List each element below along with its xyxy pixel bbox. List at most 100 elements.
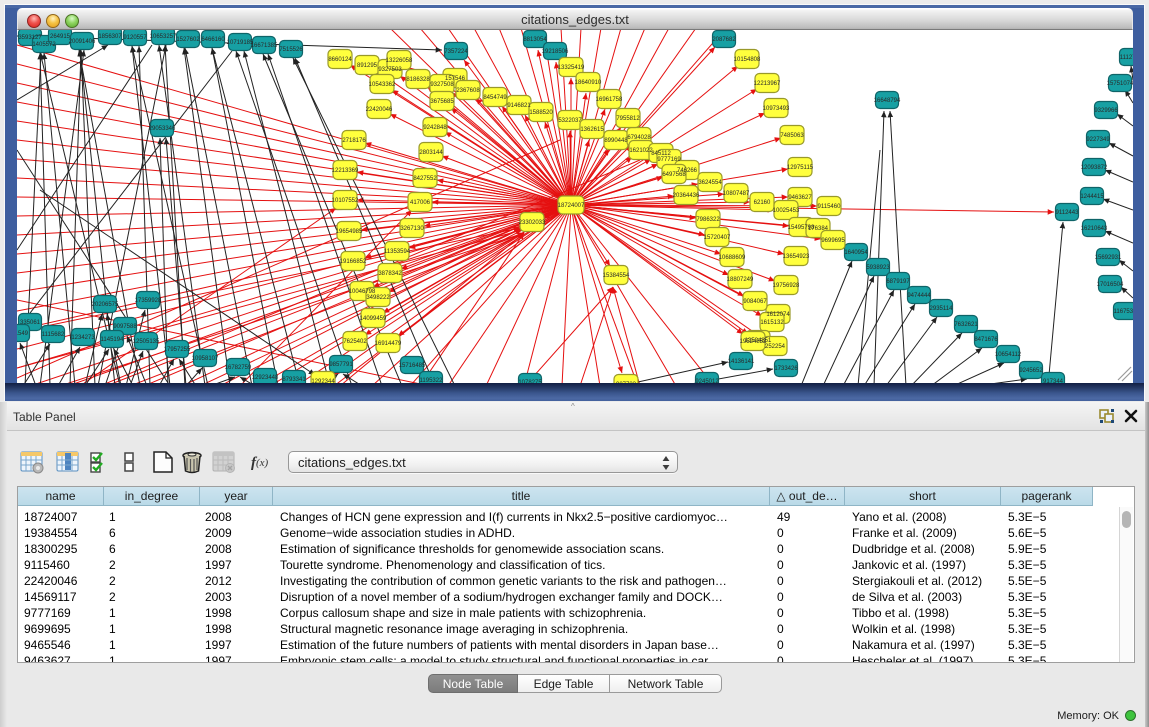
svg-text:1244415: 1244415 bbox=[1080, 194, 1104, 200]
svg-text:3878342: 3878342 bbox=[378, 271, 402, 277]
svg-text:7515526: 7515526 bbox=[279, 47, 303, 53]
svg-text:15692931: 15692931 bbox=[1095, 255, 1122, 261]
svg-text:15716485: 15716485 bbox=[399, 363, 426, 369]
svg-text:1145194: 1145194 bbox=[101, 337, 125, 343]
svg-text:19218506: 19218506 bbox=[542, 49, 569, 55]
svg-text:1112734: 1112734 bbox=[1120, 55, 1133, 61]
svg-text:12213369: 12213369 bbox=[332, 168, 359, 174]
svg-text:11353594: 11353594 bbox=[384, 249, 411, 255]
svg-text:391549: 391549 bbox=[17, 331, 29, 337]
svg-text:1640954: 1640954 bbox=[844, 250, 868, 256]
svg-text:9112443: 9112443 bbox=[1056, 210, 1080, 216]
svg-text:6794028: 6794028 bbox=[627, 135, 651, 141]
svg-text:6879197: 6879197 bbox=[886, 279, 910, 285]
svg-text:10154808: 10154808 bbox=[734, 57, 761, 63]
svg-text:1292344: 1292344 bbox=[311, 379, 335, 383]
svg-text:15720407: 15720407 bbox=[704, 235, 731, 241]
svg-text:22420046: 22420046 bbox=[366, 107, 393, 113]
svg-text:3593127: 3593127 bbox=[18, 35, 42, 41]
svg-text:15751074: 15751074 bbox=[1107, 81, 1133, 87]
svg-text:8660124: 8660124 bbox=[328, 57, 352, 63]
svg-text:18640910: 18640910 bbox=[575, 80, 602, 86]
svg-text:6466160: 6466160 bbox=[201, 37, 225, 43]
svg-text:1405572: 1405572 bbox=[32, 42, 56, 48]
svg-text:9329966: 9329966 bbox=[1094, 108, 1118, 114]
svg-text:1362615: 1362615 bbox=[580, 127, 604, 133]
svg-text:19524852: 19524852 bbox=[740, 339, 767, 345]
svg-text:9857791: 9857791 bbox=[329, 362, 353, 368]
svg-text:8427552: 8427552 bbox=[413, 176, 437, 182]
svg-text:20206575: 20206575 bbox=[92, 302, 119, 308]
svg-text:12093872: 12093872 bbox=[1081, 165, 1108, 171]
svg-text:18807249: 18807249 bbox=[727, 277, 754, 283]
svg-text:16782759: 16782759 bbox=[225, 365, 252, 371]
svg-text:20364436: 20364436 bbox=[673, 193, 700, 199]
svg-text:16648794: 16648794 bbox=[874, 98, 901, 104]
svg-text:12975115: 12975115 bbox=[787, 165, 814, 171]
svg-text:12505135: 12505135 bbox=[133, 339, 160, 345]
svg-text:7625402: 7625402 bbox=[343, 339, 367, 345]
svg-text:1615132: 1615132 bbox=[760, 320, 784, 326]
svg-text:1527602: 1527602 bbox=[176, 37, 200, 43]
svg-text:9327503: 9327503 bbox=[378, 67, 402, 73]
svg-text:16961758: 16961758 bbox=[596, 97, 623, 103]
svg-text:19166852: 19166852 bbox=[340, 259, 367, 265]
svg-text:1621022: 1621022 bbox=[629, 148, 653, 154]
svg-text:10688609: 10688609 bbox=[719, 255, 746, 261]
svg-text:62160: 62160 bbox=[754, 200, 771, 206]
svg-text:17359928: 17359928 bbox=[135, 298, 162, 304]
svg-text:7485063: 7485063 bbox=[780, 133, 804, 139]
svg-text:14099459: 14099459 bbox=[360, 316, 387, 322]
svg-text:3498222: 3498222 bbox=[366, 295, 390, 301]
svg-text:9097588: 9097588 bbox=[113, 324, 137, 330]
svg-text:417006: 417006 bbox=[410, 200, 431, 206]
svg-text:1167533: 1167533 bbox=[1114, 309, 1133, 315]
svg-text:7986322: 7986322 bbox=[696, 217, 720, 223]
svg-text:3267130: 3267130 bbox=[400, 226, 424, 232]
svg-text:(x): (x) bbox=[256, 457, 269, 469]
svg-text:7632621: 7632621 bbox=[954, 322, 978, 328]
svg-text:1733426: 1733426 bbox=[774, 366, 798, 372]
svg-text:9777169: 9777169 bbox=[657, 157, 681, 163]
svg-text:6497568: 6497568 bbox=[662, 172, 686, 178]
svg-text:2803144: 2803144 bbox=[419, 150, 443, 156]
svg-text:891295: 891295 bbox=[357, 63, 378, 69]
svg-text:1115682: 1115682 bbox=[42, 332, 65, 338]
svg-text:7955812: 7955812 bbox=[616, 116, 640, 122]
svg-text:10654112: 10654112 bbox=[995, 352, 1022, 358]
svg-text:264915: 264915 bbox=[50, 34, 71, 40]
svg-text:907733: 907733 bbox=[616, 382, 637, 383]
svg-text:23302033: 23302033 bbox=[519, 220, 546, 226]
svg-text:19654985: 19654985 bbox=[336, 229, 363, 235]
svg-text:19756928: 19756928 bbox=[773, 283, 800, 289]
svg-text:20091406: 20091406 bbox=[69, 39, 96, 45]
svg-text:15384554: 15384554 bbox=[603, 273, 630, 279]
svg-text:13325419: 13325419 bbox=[558, 65, 585, 71]
svg-text:1612074: 1612074 bbox=[766, 312, 790, 318]
svg-text:10025453: 10025453 bbox=[773, 208, 800, 214]
svg-text:2935114: 2935114 bbox=[930, 306, 954, 312]
svg-text:9242848: 9242848 bbox=[423, 125, 447, 131]
svg-text:16671385: 16671385 bbox=[251, 43, 278, 49]
svg-text:9245012: 9245012 bbox=[695, 379, 719, 383]
svg-text:8813054: 8813054 bbox=[523, 37, 547, 43]
svg-text:12923448: 12923448 bbox=[252, 375, 279, 381]
svg-text:10107552: 10107552 bbox=[332, 198, 359, 204]
svg-text:17016504: 17016504 bbox=[1097, 282, 1124, 288]
svg-text:8186328: 8186328 bbox=[406, 77, 430, 83]
svg-text:335061: 335061 bbox=[20, 320, 41, 326]
svg-text:9084067: 9084067 bbox=[743, 299, 767, 305]
svg-text:10973493: 10973493 bbox=[763, 106, 790, 112]
svg-text:10653257: 10653257 bbox=[150, 34, 177, 40]
svg-text:9463627: 9463627 bbox=[788, 195, 812, 201]
svg-text:1588520: 1588520 bbox=[529, 110, 553, 116]
svg-text:8990448: 8990448 bbox=[604, 138, 628, 144]
svg-text:10958107: 10958107 bbox=[192, 356, 219, 362]
svg-text:13226058: 13226058 bbox=[386, 58, 413, 64]
svg-text:13654923: 13654923 bbox=[783, 254, 810, 260]
svg-text:9699695: 9699695 bbox=[821, 238, 845, 244]
svg-text:8471676: 8471676 bbox=[974, 337, 998, 343]
svg-text:1234273: 1234273 bbox=[71, 335, 95, 341]
svg-text:17957255: 17957255 bbox=[164, 347, 191, 353]
svg-text:10543362: 10543362 bbox=[369, 82, 396, 88]
